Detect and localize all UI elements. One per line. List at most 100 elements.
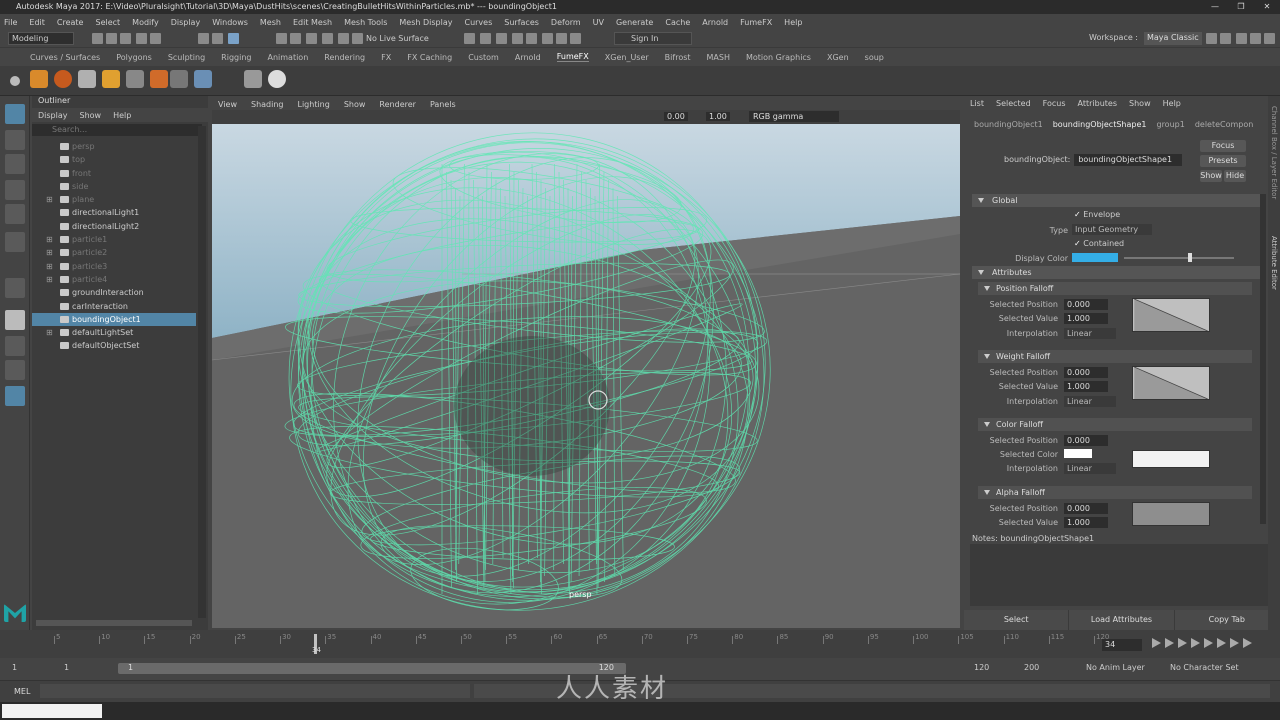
weight-sel-position-field[interactable]: 0.000	[1064, 367, 1108, 378]
go-to-end-icon[interactable]	[1243, 638, 1252, 648]
alpha-sel-position-field[interactable]: 0.000	[1064, 503, 1108, 514]
lasso-tool-icon[interactable]	[5, 130, 25, 150]
attribute-editor-icon[interactable]	[1236, 33, 1247, 44]
outliner-hscrollbar[interactable]	[36, 620, 192, 626]
shelf-tab-motion-graphics[interactable]: Motion Graphics	[746, 53, 811, 62]
global-section-header[interactable]: Global	[972, 194, 1262, 207]
outliner-item[interactable]: directionalLight1	[32, 206, 196, 219]
snap-grid-icon[interactable]	[276, 33, 287, 44]
outliner-item[interactable]: ⊞ defaultLightSet	[32, 326, 196, 339]
color-falloff-ramp[interactable]	[1132, 450, 1210, 468]
menu-curves[interactable]: Curves	[464, 18, 492, 27]
alpha-sel-value-field[interactable]: 1.000	[1064, 517, 1108, 528]
viewport-menu-show[interactable]: Show	[344, 100, 366, 109]
close-button[interactable]: ✕	[1254, 0, 1280, 14]
envelope-checkbox[interactable]: ✓ Envelope	[1074, 210, 1120, 219]
shelf-tab-animation[interactable]: Animation	[267, 53, 308, 62]
go-to-start-icon[interactable]	[1152, 638, 1161, 648]
outliner-item[interactable]: boundingObject1	[32, 312, 196, 327]
menu-mesh[interactable]: Mesh	[260, 18, 281, 27]
select-component-icon[interactable]	[228, 33, 239, 44]
current-frame-field[interactable]: 34	[1102, 639, 1142, 651]
viewport-panel[interactable]: View Shading Lighting Show Renderer Pane…	[212, 98, 960, 628]
shelf-tab-bifrost[interactable]: Bifrost	[665, 53, 691, 62]
selected-color-swatch[interactable]	[1064, 449, 1092, 458]
workspace-selector[interactable]: Workspace : Maya Classic	[1089, 32, 1202, 45]
alpha-falloff-header[interactable]: Alpha Falloff	[978, 486, 1252, 499]
shelf-tab-fx-caching[interactable]: FX Caching	[407, 53, 452, 62]
notes-textarea[interactable]	[970, 544, 1270, 606]
shelf-tab-rendering[interactable]: Rendering	[324, 53, 365, 62]
display-color-slider-handle[interactable]	[1188, 253, 1192, 262]
outliner-item[interactable]: carInteraction	[32, 300, 196, 313]
modeling-toolkit-icon[interactable]	[1206, 33, 1217, 44]
menu-mesh-tools[interactable]: Mesh Tools	[344, 18, 387, 27]
shelf-tab-curves-surfaces[interactable]: Curves / Surfaces	[30, 53, 100, 62]
outliner-item[interactable]: ⊞ particle2	[32, 246, 196, 259]
taskbar-window[interactable]	[2, 704, 102, 718]
menu-windows[interactable]: Windows	[212, 18, 248, 27]
color-falloff-header[interactable]: Color Falloff	[978, 418, 1252, 431]
shelf-tab-fumefx[interactable]: FumeFX	[556, 52, 589, 62]
play-backward-icon[interactable]	[1191, 638, 1200, 648]
shelf-menu-icon[interactable]	[10, 76, 20, 86]
playback-start-field[interactable]: 1	[64, 663, 69, 672]
menu-cache[interactable]: Cache	[665, 18, 690, 27]
menu-create[interactable]: Create	[57, 18, 84, 27]
four-view-layout-icon[interactable]	[5, 336, 25, 356]
position-falloff-ramp[interactable]	[1132, 298, 1210, 332]
paint-select-tool-icon[interactable]	[5, 154, 25, 174]
menu-display[interactable]: Display	[171, 18, 201, 27]
viewport-scene[interactable]	[212, 124, 960, 628]
outliner-layout-icon[interactable]	[5, 386, 25, 406]
alpha-falloff-ramp[interactable]	[1132, 502, 1210, 526]
expand-icon[interactable]: ⊞	[46, 260, 53, 273]
save-scene-icon[interactable]	[120, 33, 131, 44]
snap-view-icon[interactable]	[322, 33, 333, 44]
position-falloff-header[interactable]: Position Falloff	[978, 282, 1252, 295]
snap-surface-icon[interactable]	[338, 33, 349, 44]
playback-end-field[interactable]: 120	[974, 663, 989, 672]
copy-tab-button[interactable]: Copy Tab	[1174, 610, 1280, 630]
shelf-tab-soup[interactable]: soup	[865, 53, 884, 62]
make-live-icon[interactable]	[352, 33, 363, 44]
menu-surfaces[interactable]: Surfaces	[504, 18, 539, 27]
hypershade-icon[interactable]	[526, 33, 537, 44]
shelf-tab-sculpting[interactable]: Sculpting	[168, 53, 205, 62]
outliner-item[interactable]: persp	[32, 140, 196, 153]
anim-layer-dropdown[interactable]: No Anim Layer	[1086, 663, 1145, 672]
outliner-search-input[interactable]: Search...	[32, 124, 202, 136]
arnold-ipr-icon[interactable]	[556, 33, 567, 44]
play-forward-icon[interactable]	[1204, 638, 1213, 648]
shelf-tab-xgen-user[interactable]: XGen_User	[605, 53, 649, 62]
new-scene-icon[interactable]	[92, 33, 103, 44]
expand-icon[interactable]: ⊞	[46, 193, 53, 206]
outliner-item[interactable]: groundInteraction	[32, 286, 196, 299]
load-attributes-button[interactable]: Load Attributes	[1069, 610, 1175, 630]
ipr-render-icon[interactable]	[496, 33, 507, 44]
outliner-item[interactable]: defaultObjectSet	[32, 339, 196, 352]
gamma-field[interactable]: 1.00	[706, 112, 730, 121]
shelf-tab-polygons[interactable]: Polygons	[116, 53, 152, 62]
fumefx-fire-icon[interactable]	[150, 70, 168, 88]
display-color-slider[interactable]	[1124, 257, 1234, 259]
presets-button[interactable]: Presets	[1200, 155, 1246, 167]
attr-menu-attributes[interactable]: Attributes	[1078, 99, 1118, 108]
redo-icon[interactable]	[150, 33, 161, 44]
viewport-menu-renderer[interactable]: Renderer	[379, 100, 416, 109]
attributes-section-header[interactable]: Attributes	[972, 266, 1262, 279]
focus-button[interactable]: Focus	[1200, 140, 1246, 152]
sign-in-dropdown[interactable]: Sign In	[614, 32, 692, 45]
fumefx-source-icon[interactable]	[54, 70, 72, 88]
undo-icon[interactable]	[136, 33, 147, 44]
viewport-menu-view[interactable]: View	[218, 100, 237, 109]
expand-icon[interactable]: ⊞	[46, 273, 53, 286]
outliner-item[interactable]: ⊞ plane	[32, 193, 196, 206]
mode-selector[interactable]: Modeling	[8, 32, 74, 45]
snap-curve-icon[interactable]	[290, 33, 301, 44]
maximize-button[interactable]: ❐	[1228, 0, 1254, 14]
attr-menu-help[interactable]: Help	[1163, 99, 1181, 108]
shelf-tab-xgen[interactable]: XGen	[827, 53, 849, 62]
move-tool-icon[interactable]	[5, 180, 25, 200]
weight-interp-dropdown[interactable]: Linear	[1064, 396, 1116, 407]
